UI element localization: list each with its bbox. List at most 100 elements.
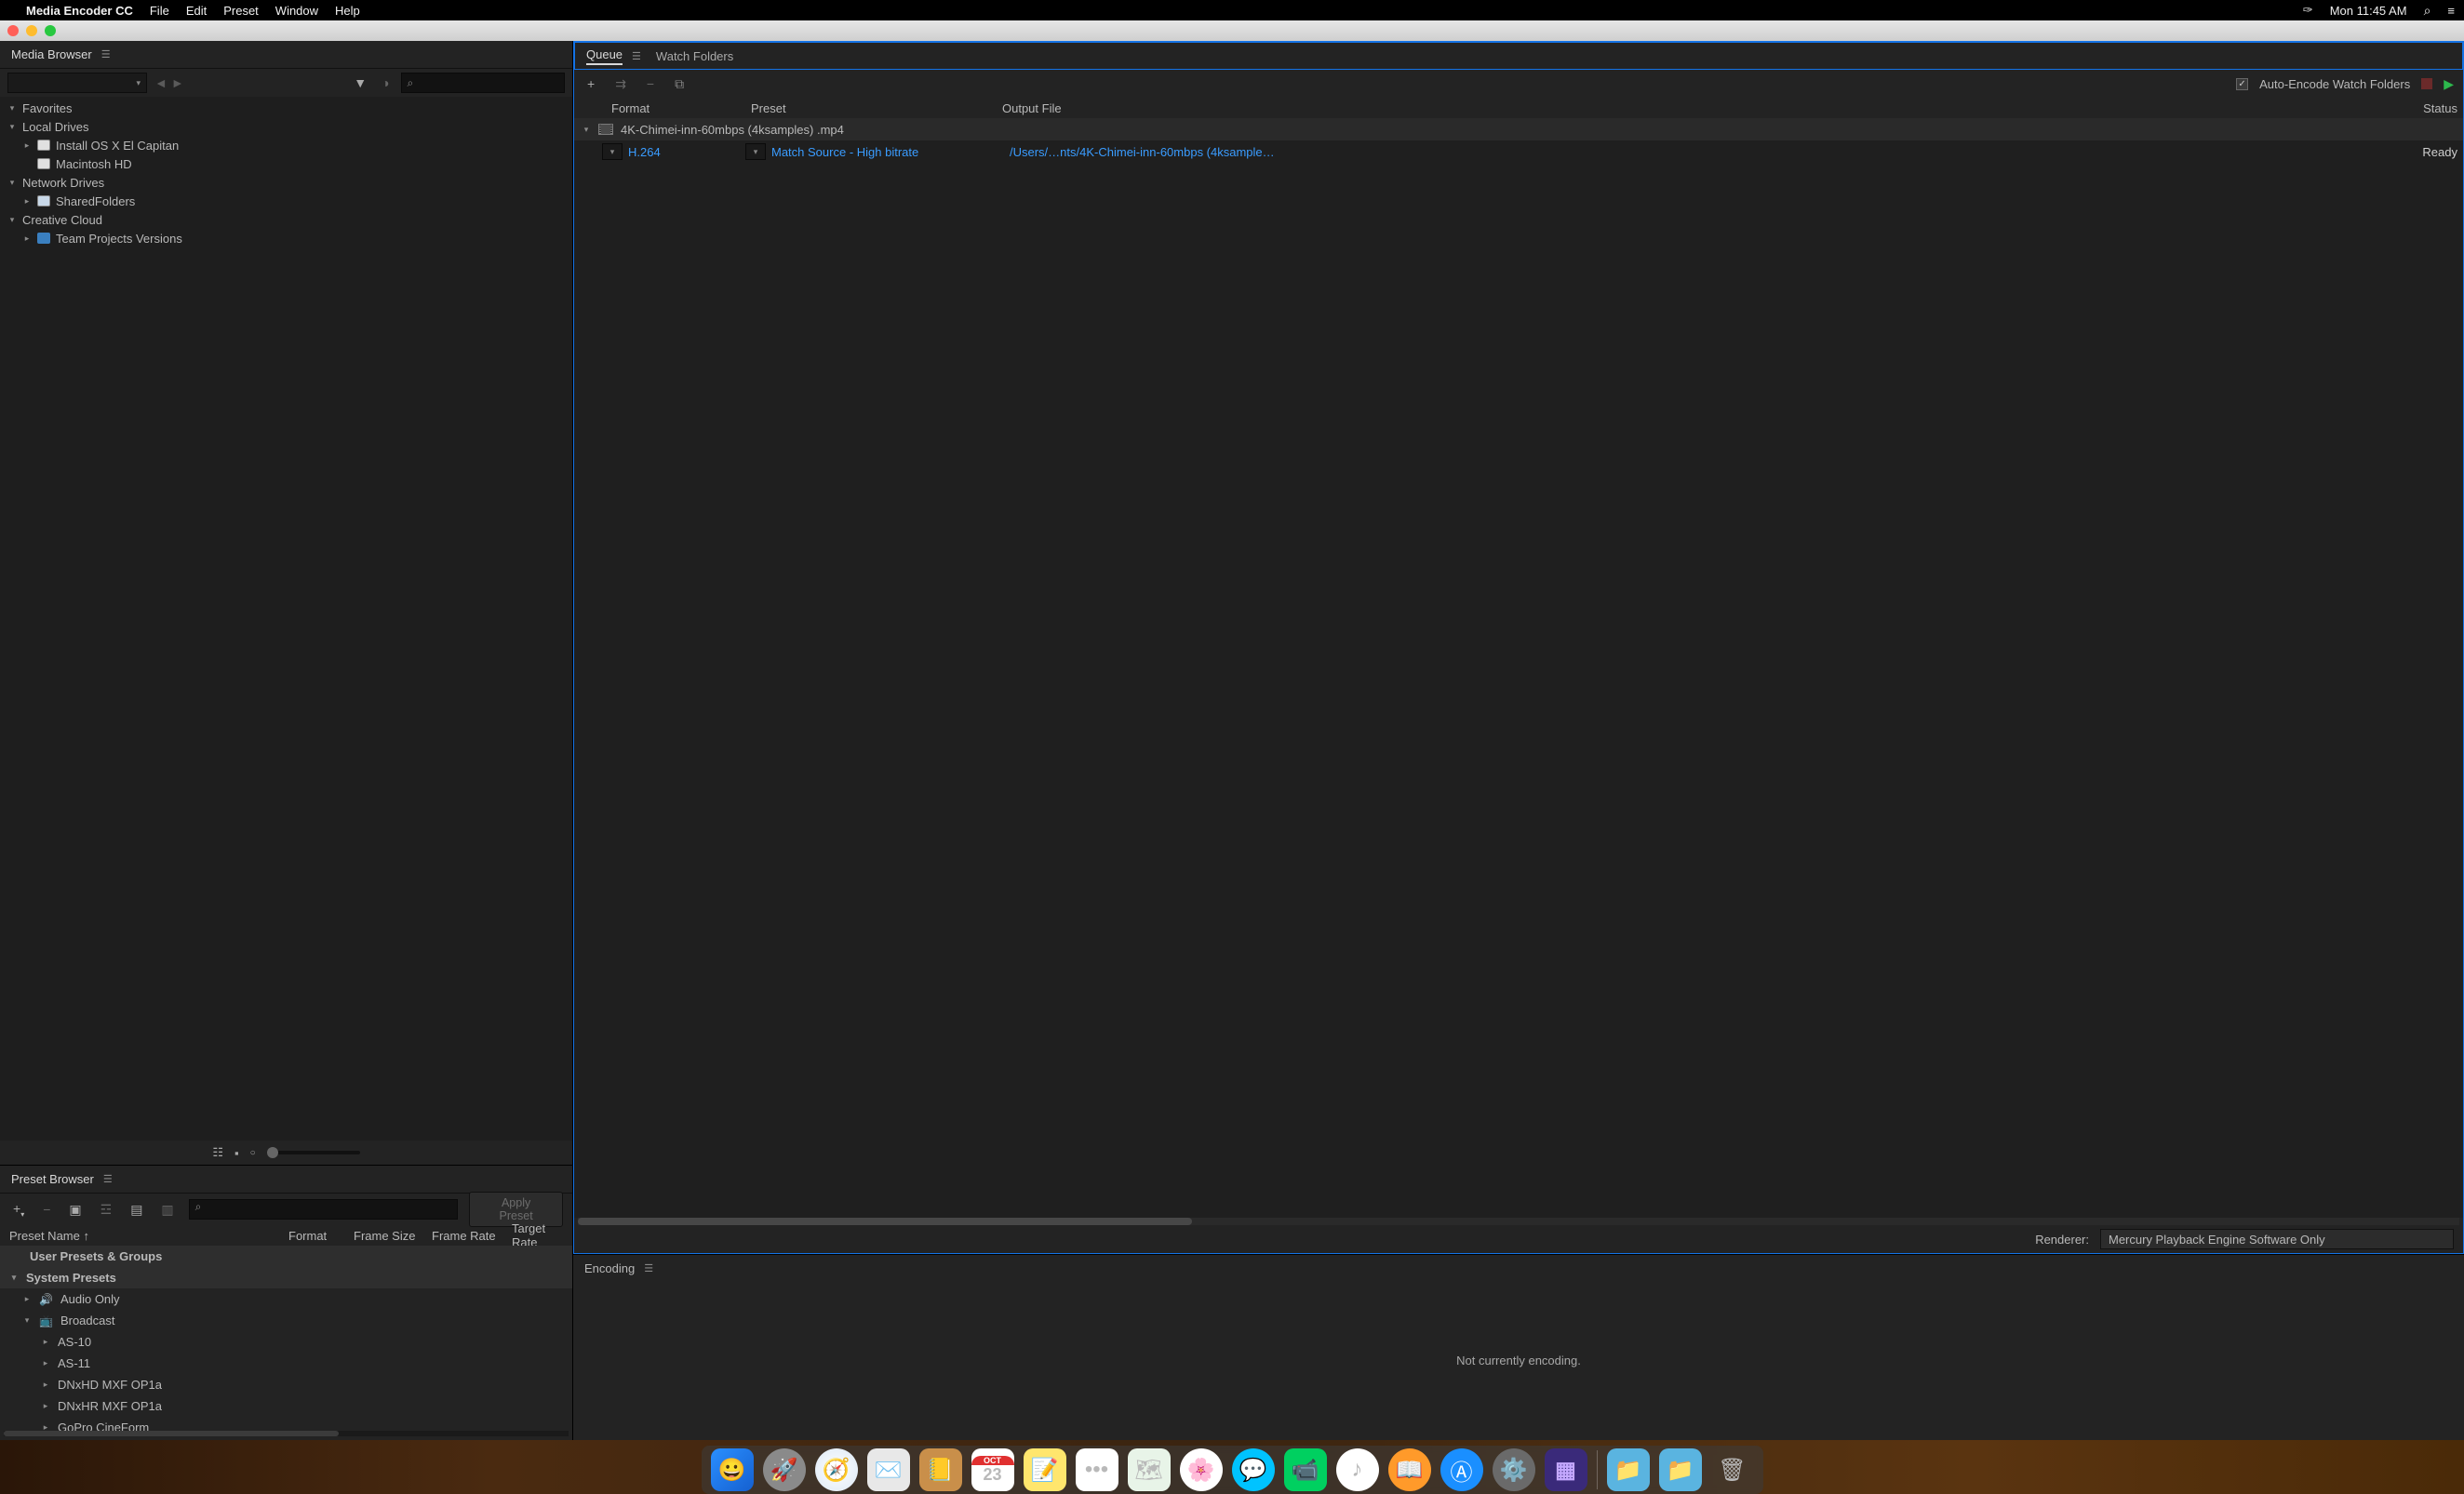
dock-photos-icon[interactable]: 🌸 bbox=[1180, 1448, 1223, 1491]
preset-dropdown-chip[interactable]: ▾ bbox=[745, 143, 766, 160]
zoom-window-button[interactable] bbox=[45, 25, 56, 36]
preset-as11[interactable]: ▸AS-11 bbox=[0, 1353, 572, 1374]
preset-settings-icon[interactable]: ☲ bbox=[97, 1202, 116, 1218]
preset-audio-only[interactable]: ▸🔊Audio Only bbox=[0, 1288, 572, 1310]
qcol-format[interactable]: Format bbox=[611, 101, 751, 115]
tree-network-drives[interactable]: ▾Network Drives bbox=[0, 173, 572, 192]
start-queue-button[interactable]: ▶ bbox=[2444, 76, 2454, 92]
preset-as10[interactable]: ▸AS-10 bbox=[0, 1331, 572, 1353]
dock-notes-icon[interactable]: 📝 bbox=[1024, 1448, 1066, 1491]
queue-output-row[interactable]: ▾ H.264 ▾ Match Source - High bitrate /U… bbox=[574, 140, 2463, 163]
menubar-tool-icon[interactable]: ✑ bbox=[2303, 3, 2313, 18]
col-frame-size[interactable]: Frame Size bbox=[354, 1229, 432, 1243]
export-preset-icon[interactable]: ▥ bbox=[157, 1202, 177, 1218]
dock-safari-icon[interactable]: 🧭 bbox=[815, 1448, 858, 1491]
queue-h-scrollbar[interactable] bbox=[578, 1218, 2459, 1225]
duplicate-icon[interactable]: ⧉ bbox=[671, 76, 688, 92]
preset-h-scrollbar[interactable] bbox=[4, 1431, 569, 1436]
preset-dnxhr[interactable]: ▸DNxHR MXF OP1a bbox=[0, 1395, 572, 1417]
media-browser-path-dropdown[interactable]: ▾ bbox=[7, 73, 147, 93]
minimize-window-button[interactable] bbox=[26, 25, 37, 36]
add-source-icon[interactable]: + bbox=[583, 76, 598, 91]
menu-window[interactable]: Window bbox=[275, 4, 318, 18]
preset-broadcast[interactable]: ▾📺Broadcast bbox=[0, 1310, 572, 1331]
dock-facetime-icon[interactable]: 📹 bbox=[1284, 1448, 1327, 1491]
preset-system-group[interactable]: ▾System Presets bbox=[0, 1267, 572, 1288]
media-browser-menu-icon[interactable]: ☰ bbox=[101, 48, 109, 60]
app-menu[interactable]: Media Encoder CC bbox=[26, 4, 133, 18]
tree-macintosh-hd[interactable]: ▸Macintosh HD bbox=[0, 154, 572, 173]
media-browser-tab[interactable]: Media Browser bbox=[11, 47, 92, 61]
tree-team-projects[interactable]: ▸Team Projects Versions bbox=[0, 229, 572, 247]
dock-reminders-icon[interactable]: ••• bbox=[1076, 1448, 1118, 1491]
preset-browser-menu-icon[interactable]: ☰ bbox=[103, 1173, 111, 1185]
queue-source-row[interactable]: ▾ 4K-Chimei-inn-60mbps (4ksamples) .mp4 bbox=[574, 118, 2463, 140]
tree-creative-cloud[interactable]: ▾Creative Cloud bbox=[0, 210, 572, 229]
menu-help[interactable]: Help bbox=[335, 4, 360, 18]
dock-media-encoder-icon[interactable]: ▦ bbox=[1545, 1448, 1587, 1491]
col-frame-rate[interactable]: Frame Rate bbox=[432, 1229, 512, 1243]
dock-sysprefs-icon[interactable]: ⚙️ bbox=[1493, 1448, 1535, 1491]
dock-trash-icon[interactable]: 🗑 bbox=[1711, 1448, 1754, 1491]
preset-browser-tab[interactable]: Preset Browser bbox=[11, 1172, 94, 1186]
remove-preset-icon[interactable]: − bbox=[39, 1202, 54, 1217]
dock-contacts-icon[interactable]: 📒 bbox=[919, 1448, 962, 1491]
close-window-button[interactable] bbox=[7, 25, 19, 36]
format-dropdown-chip[interactable]: ▾ bbox=[602, 143, 623, 160]
dock-launchpad-icon[interactable]: 🚀 bbox=[763, 1448, 806, 1491]
ingest-icon[interactable]: ◑ bbox=[378, 75, 393, 90]
preset-gopro[interactable]: ▸GoPro CineForm bbox=[0, 1417, 572, 1431]
dock-mail-icon[interactable]: ✉️ bbox=[867, 1448, 910, 1491]
spotlight-icon[interactable]: ⌕ bbox=[2424, 3, 2431, 19]
list-view-icon[interactable]: ☷ bbox=[212, 1145, 223, 1160]
media-browser-search[interactable]: ⌕ bbox=[401, 73, 565, 93]
filter-icon[interactable]: ▼ bbox=[350, 75, 370, 90]
dock-finder-icon[interactable]: 😀 bbox=[711, 1448, 754, 1491]
col-format[interactable]: Format bbox=[288, 1229, 354, 1243]
auto-encode-checkbox[interactable]: ✓ bbox=[2236, 78, 2248, 90]
menubar-clock[interactable]: Mon 11:45 AM bbox=[2330, 4, 2407, 18]
qcol-output[interactable]: Output File bbox=[1002, 101, 1253, 115]
remove-icon[interactable]: − bbox=[643, 76, 658, 91]
add-preset-icon[interactable]: +▾ bbox=[9, 1201, 28, 1219]
dock-apps-folder-icon[interactable]: 📁 bbox=[1607, 1448, 1650, 1491]
qcol-preset[interactable]: Preset bbox=[751, 101, 1002, 115]
col-preset-name[interactable]: Preset Name ↑ bbox=[9, 1229, 288, 1243]
tree-favorites[interactable]: ▾Favorites bbox=[0, 99, 572, 117]
new-group-icon[interactable]: ▣ bbox=[65, 1202, 85, 1218]
dock-ibooks-icon[interactable]: 📖 bbox=[1388, 1448, 1431, 1491]
encoding-menu-icon[interactable]: ☰ bbox=[644, 1262, 651, 1274]
tree-local-drives[interactable]: ▾Local Drives bbox=[0, 117, 572, 136]
renderer-dropdown[interactable]: Mercury Playback Engine Software Only bbox=[2100, 1229, 2454, 1249]
tree-install-osx[interactable]: ▸Install OS X El Capitan bbox=[0, 136, 572, 154]
dock-appstore-icon[interactable]: Ⓐ bbox=[1440, 1448, 1483, 1491]
nav-forward-icon[interactable]: ► bbox=[171, 75, 184, 90]
stop-queue-button[interactable] bbox=[2421, 78, 2432, 89]
menu-edit[interactable]: Edit bbox=[186, 4, 207, 18]
queue-menu-icon[interactable]: ☰ bbox=[632, 50, 639, 62]
encoding-tab[interactable]: Encoding bbox=[584, 1261, 635, 1275]
add-output-icon[interactable]: ⇉ bbox=[611, 76, 630, 92]
queue-format-link[interactable]: H.264 bbox=[628, 145, 740, 159]
dock-maps-icon[interactable]: 🗺 bbox=[1128, 1448, 1171, 1491]
thumb-view-icon[interactable]: ▪ bbox=[234, 1146, 239, 1160]
qcol-status[interactable]: Status bbox=[1253, 101, 2463, 115]
preset-search-input[interactable]: ⌕ bbox=[189, 1199, 459, 1220]
queue-preset-link[interactable]: Match Source - High bitrate bbox=[771, 145, 1004, 159]
dock-calendar-icon[interactable]: OCT23 bbox=[971, 1448, 1014, 1491]
dock-itunes-icon[interactable]: ♪ bbox=[1336, 1448, 1379, 1491]
import-preset-icon[interactable]: ▤ bbox=[127, 1202, 146, 1218]
preset-dnxhd[interactable]: ▸DNxHD MXF OP1a bbox=[0, 1374, 572, 1395]
tree-sharedfolders[interactable]: ▸SharedFolders bbox=[0, 192, 572, 210]
queue-tab[interactable]: Queue bbox=[586, 47, 623, 65]
nav-back-icon[interactable]: ◄ bbox=[154, 75, 167, 90]
dock-messages-icon[interactable]: 💬 bbox=[1232, 1448, 1275, 1491]
watch-folders-tab[interactable]: Watch Folders bbox=[656, 49, 733, 63]
dock-downloads-folder-icon[interactable]: 📁 bbox=[1659, 1448, 1702, 1491]
menu-preset[interactable]: Preset bbox=[223, 4, 259, 18]
menu-file[interactable]: File bbox=[150, 4, 169, 18]
queue-output-link[interactable]: /Users/…nts/4K-Chimei-inn-60mbps (4ksamp… bbox=[1010, 145, 1279, 159]
thumbnail-size-slider[interactable] bbox=[267, 1151, 360, 1154]
notification-center-icon[interactable]: ≡ bbox=[2447, 4, 2455, 18]
preset-user-group[interactable]: User Presets & Groups bbox=[0, 1246, 572, 1267]
